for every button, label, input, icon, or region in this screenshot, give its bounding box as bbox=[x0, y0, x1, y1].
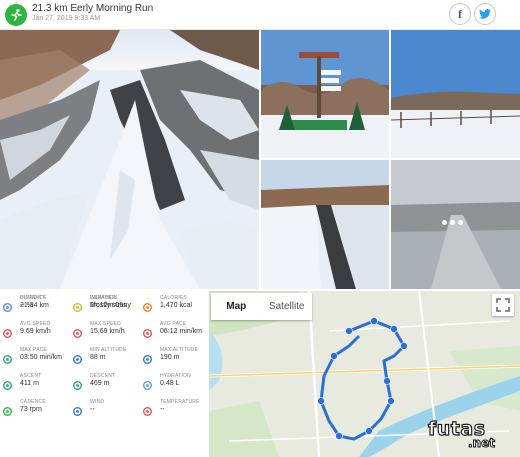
stat-label: DESCENT bbox=[90, 373, 116, 379]
calories-icon bbox=[143, 299, 152, 312]
more-photos-indicator[interactable] bbox=[442, 220, 463, 225]
wind-icon bbox=[73, 403, 82, 416]
facebook-icon: f bbox=[458, 6, 462, 21]
stat-label: AVG PACE bbox=[160, 321, 187, 327]
stat-label: WEATHER bbox=[90, 295, 117, 301]
photo-snow-trench[interactable] bbox=[261, 160, 389, 289]
stat-value: 9.69 km/h bbox=[20, 328, 51, 335]
stat-label: CADENCE bbox=[20, 399, 46, 405]
photo-snowy-road[interactable] bbox=[391, 160, 520, 289]
stat-min-altitude: MIN ALTITUDE 88 m bbox=[70, 343, 138, 369]
stat-wind: WIND -- bbox=[70, 395, 138, 421]
map-type-tabs: Map Satellite bbox=[211, 293, 312, 320]
stat-cadence: CADENCE 73 rpm bbox=[0, 395, 68, 421]
stat-ascent: ASCENT 411 m bbox=[0, 369, 68, 395]
stat-value: 06:12 min/km bbox=[160, 328, 203, 335]
stats-panel: DISTANCE 21.34 km DURATION 2h:12m:09s CALORI… bbox=[0, 291, 209, 457]
activity-date: Jan 27, 2019 8:33 AM bbox=[32, 15, 101, 22]
stat-value: -- bbox=[160, 406, 165, 413]
tab-satellite[interactable]: Satellite bbox=[262, 293, 313, 320]
stat-label: MAX PACE bbox=[20, 347, 48, 353]
runner-logo-icon bbox=[5, 4, 27, 26]
stat-avg-speed: AVG SPEED 9.69 km/h bbox=[0, 317, 68, 343]
stat-value: 190 m bbox=[160, 354, 180, 361]
weather-icon bbox=[73, 299, 82, 312]
twitter-share-button[interactable] bbox=[474, 3, 496, 25]
stat-max-altitude: MAX ALTITUDE 190 m bbox=[140, 343, 208, 369]
photo-fence-hill[interactable] bbox=[391, 30, 520, 158]
stat-value: -- bbox=[90, 406, 95, 413]
stat-value: 73 rpm bbox=[20, 406, 42, 413]
avg-speed-icon bbox=[3, 325, 12, 338]
stat-label: AVG SPEED bbox=[20, 321, 51, 327]
stat-humidity: HUMIDITY -- % bbox=[0, 291, 68, 317]
stat-descent: DESCENT 469 m bbox=[70, 369, 138, 395]
ascent-icon bbox=[3, 377, 12, 390]
activity-title: 21.3 km Eerly Morning Run bbox=[32, 3, 154, 14]
stat-max-speed: MAX SPEED 15.69 km/h bbox=[70, 317, 138, 343]
stat-value: 411 m bbox=[20, 380, 39, 387]
stat-value: 88 m bbox=[90, 354, 106, 361]
stat-weather: WEATHER Mostly sunny bbox=[70, 291, 138, 317]
twitter-icon bbox=[479, 9, 491, 19]
min-altitude-icon bbox=[73, 351, 82, 364]
stat-value: 0.48 L bbox=[160, 380, 180, 387]
humidity-icon bbox=[3, 299, 12, 312]
facebook-share-button[interactable]: f bbox=[449, 3, 471, 25]
watermark-sub: .net bbox=[468, 436, 496, 451]
stat-value: 03:50 min/km bbox=[20, 354, 63, 361]
stat-label: MAX SPEED bbox=[90, 321, 121, 327]
cadence-icon bbox=[3, 403, 12, 416]
fullscreen-icon bbox=[496, 298, 510, 312]
stat-label: CALORIES bbox=[160, 295, 187, 301]
stat-value: 1,470 kcal bbox=[160, 302, 192, 309]
stat-value: Mostly sunny bbox=[90, 302, 131, 309]
stat-label: WIND bbox=[90, 399, 105, 405]
avg-pace-icon bbox=[143, 325, 152, 338]
max-pace-icon bbox=[3, 351, 12, 364]
fullscreen-button[interactable] bbox=[492, 294, 514, 316]
stat-avg-pace: AVG PACE 06:12 min/km bbox=[140, 317, 208, 343]
hydration-icon bbox=[143, 377, 152, 390]
stat-temperature: TEMPERATURE -- bbox=[140, 395, 208, 421]
stat-label: TEMPERATURE bbox=[160, 399, 200, 405]
activity-header: 21.3 km Eerly Morning Run Jan 27, 2019 8… bbox=[0, 0, 520, 30]
stat-value: 15.69 km/h bbox=[90, 328, 125, 335]
stat-value: -- % bbox=[20, 302, 33, 309]
tab-map[interactable]: Map bbox=[211, 293, 262, 320]
stat-label: MAX ALTITUDE bbox=[160, 347, 199, 353]
max-speed-icon bbox=[73, 325, 82, 338]
stat-calories: CALORIES 1,470 kcal bbox=[140, 291, 208, 317]
futas-watermark-logo: futas .net bbox=[427, 417, 495, 450]
stat-label: MIN ALTITUDE bbox=[90, 347, 127, 353]
photo-snowy-gully[interactable] bbox=[0, 30, 259, 289]
max-altitude-icon bbox=[143, 351, 152, 364]
temperature-icon bbox=[143, 403, 152, 416]
stat-label: ASCENT bbox=[20, 373, 42, 379]
stat-max-pace: MAX PACE 03:50 min/km bbox=[0, 343, 68, 369]
stat-value: 469 m bbox=[90, 380, 110, 387]
stat-label: HUMIDITY bbox=[20, 295, 46, 301]
stat-label: HYDRATION bbox=[160, 373, 191, 379]
descent-icon bbox=[73, 377, 82, 390]
photo-signpost[interactable] bbox=[261, 30, 389, 158]
stat-hydration: HYDRATION 0.48 L bbox=[140, 369, 208, 395]
